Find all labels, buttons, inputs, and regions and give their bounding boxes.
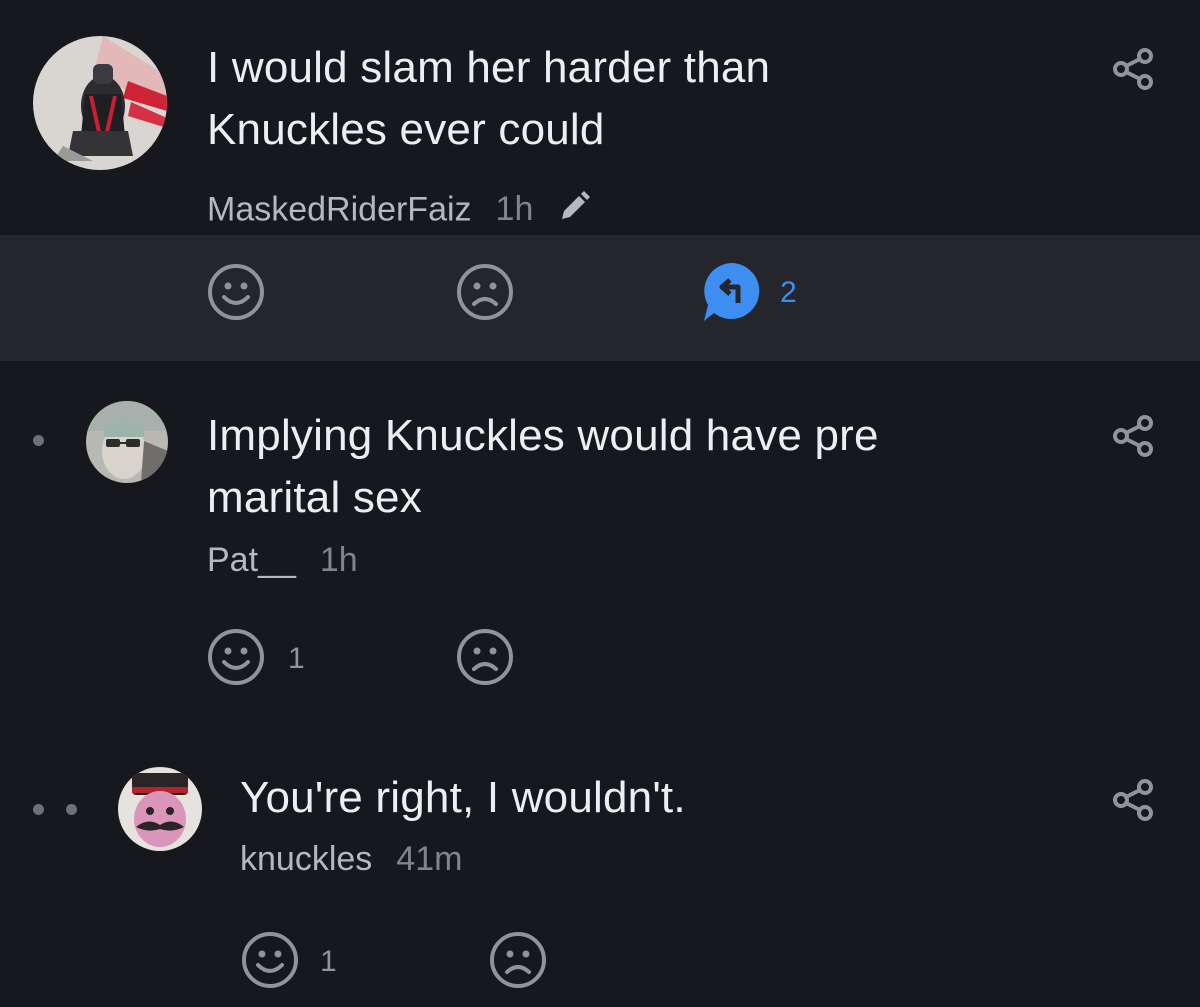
pencil-icon xyxy=(557,190,591,233)
comment-3: You're right, I wouldn't. knuckles 41m 1 xyxy=(0,741,1200,1007)
timestamp: 41m xyxy=(396,840,463,878)
avatar[interactable] xyxy=(33,36,167,170)
timestamp: 1h xyxy=(319,541,358,579)
like-count: 1 xyxy=(320,945,337,978)
frown-face-icon[interactable] xyxy=(455,627,515,692)
reply-count: 2 xyxy=(780,276,797,309)
frown-face-icon[interactable] xyxy=(455,262,515,327)
share-icon[interactable] xyxy=(1112,779,1154,826)
comment-meta: Pat__ 1h xyxy=(207,541,358,580)
smiley-face-icon[interactable] xyxy=(206,262,266,327)
frown-face-icon[interactable] xyxy=(488,930,548,995)
share-icon[interactable] xyxy=(1112,415,1154,462)
timestamp: 1h xyxy=(495,190,534,229)
thread-depth-dot xyxy=(33,804,44,815)
avatar[interactable] xyxy=(118,767,202,851)
avatar[interactable] xyxy=(86,401,168,483)
smiley-face-icon[interactable] xyxy=(240,930,300,995)
comment-1-actions: 2 xyxy=(0,235,1200,361)
share-icon[interactable] xyxy=(1112,48,1154,95)
comment-meta: MaskedRiderFaiz 1h xyxy=(207,190,591,233)
comment-text: You're right, I wouldn't. xyxy=(240,773,686,822)
username[interactable]: MaskedRiderFaiz xyxy=(207,190,472,228)
comment-meta: knuckles 41m xyxy=(240,840,462,879)
comment-2: Implying Knuckles would have pre marital… xyxy=(0,361,1200,741)
reply-bubble-icon[interactable] xyxy=(700,259,764,328)
comment-1: I would slam her harder than Knuckles ev… xyxy=(0,0,1200,235)
comment-text: Implying Knuckles would have pre marital… xyxy=(207,411,879,522)
like-count: 1 xyxy=(288,642,305,675)
comment-text: I would slam her harder than Knuckles ev… xyxy=(207,43,771,154)
smiley-face-icon[interactable] xyxy=(206,627,266,692)
thread-depth-dot xyxy=(33,435,44,446)
username[interactable]: Pat__ xyxy=(207,541,296,579)
thread-depth-dot xyxy=(66,804,77,815)
username[interactable]: knuckles xyxy=(240,840,372,878)
